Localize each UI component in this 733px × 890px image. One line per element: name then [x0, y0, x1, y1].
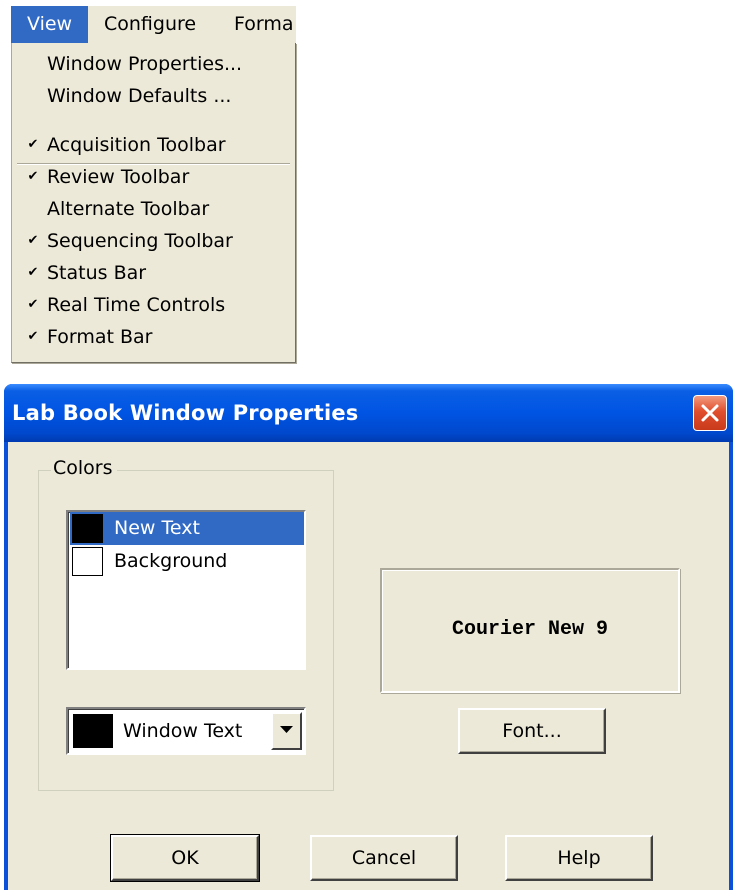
cancel-button[interactable]: Cancel	[310, 835, 458, 881]
help-button[interactable]: Help	[505, 835, 653, 881]
menu-format[interactable]: Forma	[218, 6, 296, 43]
menu-configure-label: Configure	[104, 13, 197, 35]
color-select-combobox[interactable]: Window Text	[66, 707, 306, 755]
list-item-label: Background	[114, 550, 228, 572]
close-button[interactable]	[693, 395, 727, 431]
chevron-down-icon	[280, 726, 293, 733]
checkmark-icon: ✔	[27, 265, 39, 280]
ok-button[interactable]: OK	[110, 834, 260, 882]
dialog-title: Lab Book Window Properties	[12, 401, 359, 425]
menu-item-alternate-toolbar[interactable]: Alternate Toolbar	[12, 193, 295, 225]
color-items-listbox[interactable]: New Text Background	[66, 510, 306, 670]
checkmark-icon: ✔	[27, 233, 39, 248]
checkmark-icon: ✔	[27, 137, 39, 152]
menu-bar: View Configure Forma	[11, 6, 296, 43]
font-button[interactable]: Font...	[458, 708, 606, 754]
menu-item-sequencing-toolbar[interactable]: ✔ Sequencing Toolbar	[12, 225, 295, 257]
view-menu-dropdown: Window Properties... Window Defaults ...…	[11, 43, 296, 363]
color-swatch	[73, 714, 113, 748]
lab-book-window-properties-dialog: Lab Book Window Properties Colors New Te…	[4, 384, 733, 890]
list-item-new-text[interactable]: New Text	[70, 512, 304, 545]
menu-configure[interactable]: Configure	[88, 6, 218, 43]
combo-value: Window Text	[123, 720, 243, 742]
menu-item-label: Review Toolbar	[47, 166, 190, 188]
color-swatch	[72, 514, 103, 543]
font-preview-text: Courier New 9	[451, 618, 609, 641]
color-swatch	[72, 547, 103, 576]
font-preview-panel: Courier New 9	[380, 568, 680, 693]
menu-item-real-time-controls[interactable]: ✔ Real Time Controls	[12, 289, 295, 321]
checkmark-icon: ✔	[27, 329, 39, 344]
checkmark-icon: ✔	[27, 297, 39, 312]
menu-item-label: Window Defaults ...	[47, 85, 232, 107]
menu-format-label: Forma	[234, 13, 294, 35]
menu-view[interactable]: View	[11, 6, 88, 43]
checkmark-icon: ✔	[27, 169, 39, 184]
menu-item-label: Real Time Controls	[47, 294, 226, 316]
menu-item-label: Sequencing Toolbar	[47, 230, 233, 252]
dropdown-button[interactable]	[271, 712, 302, 750]
menu-item-format-bar[interactable]: ✔ Format Bar	[12, 321, 295, 353]
menu-item-status-bar[interactable]: ✔ Status Bar	[12, 257, 295, 289]
colors-group-label: Colors	[51, 457, 117, 479]
menu-view-label: View	[27, 13, 73, 35]
menu-item-acquisition-toolbar[interactable]: ✔ Acquisition Toolbar	[12, 129, 295, 161]
dialog-titlebar[interactable]: Lab Book Window Properties	[4, 384, 733, 442]
dialog-client-area: Colors New Text Background Window Text C…	[8, 442, 729, 890]
list-item-label: New Text	[114, 517, 200, 539]
close-icon	[701, 404, 719, 422]
menu-item-label: Acquisition Toolbar	[47, 134, 226, 156]
menu-item-label: Window Properties...	[47, 53, 243, 75]
list-item-background[interactable]: Background	[70, 545, 304, 578]
menu-item-label: Alternate Toolbar	[47, 198, 210, 220]
menu-item-window-properties[interactable]: Window Properties...	[12, 48, 295, 80]
menu-item-label: Format Bar	[47, 326, 153, 348]
menu-item-review-toolbar[interactable]: ✔ Review Toolbar	[12, 161, 295, 193]
menu-item-window-defaults[interactable]: Window Defaults ...	[12, 80, 295, 112]
menu-item-label: Status Bar	[47, 262, 147, 284]
